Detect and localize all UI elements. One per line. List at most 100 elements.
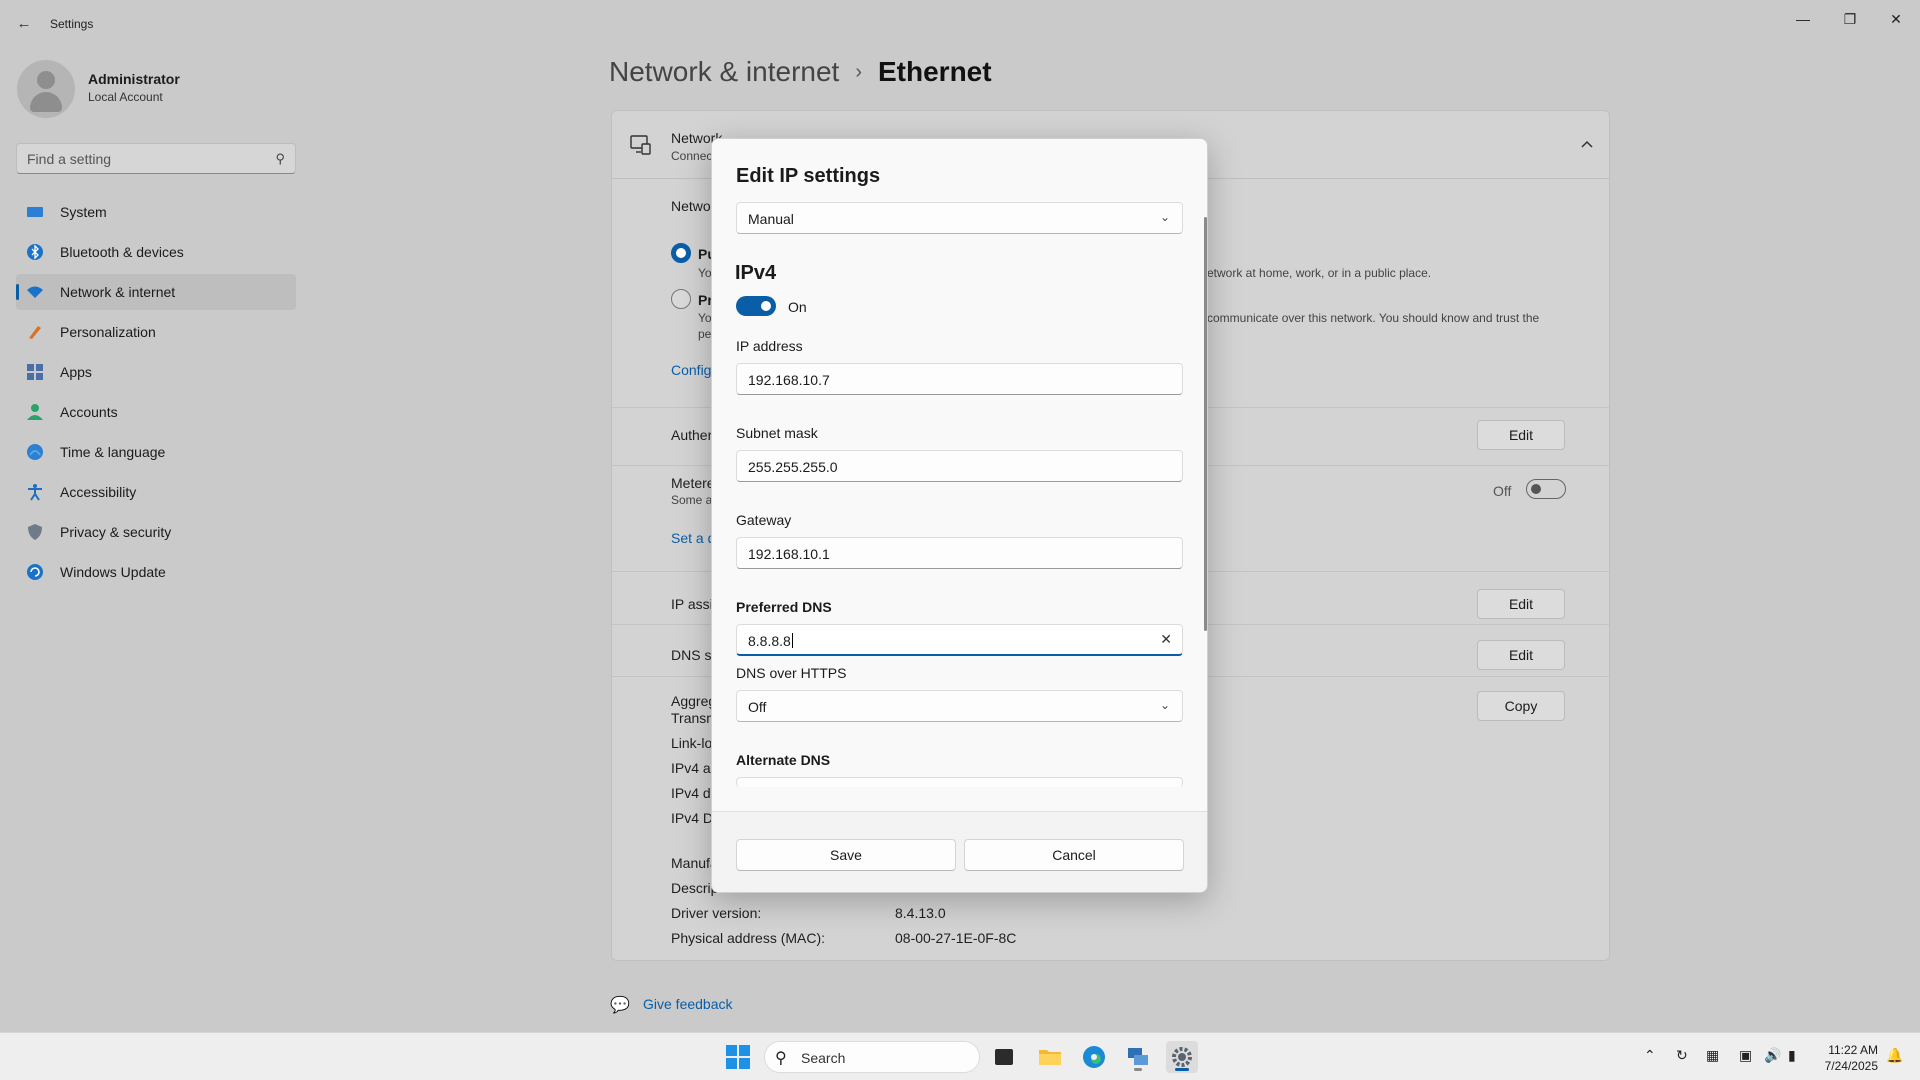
battery-icon[interactable]: ▮ — [1788, 1047, 1796, 1064]
back-button[interactable]: ← — [14, 14, 34, 34]
gateway-value: 192.168.10.1 — [748, 546, 830, 562]
update-icon — [27, 564, 43, 580]
ipv4-toggle[interactable] — [736, 296, 776, 316]
settings-app[interactable] — [1166, 1041, 1198, 1073]
text-caret — [791, 633, 793, 648]
sidebar-item-apps[interactable]: Apps — [16, 354, 296, 390]
folder-icon — [1039, 1050, 1061, 1065]
cancel-button[interactable]: Cancel — [964, 839, 1184, 871]
private-network-radio[interactable] — [671, 289, 691, 309]
aggregate-speed-label: Aggreg — [671, 693, 717, 709]
configure-firewall-link[interactable]: Config — [671, 362, 711, 378]
sidebar-item-system[interactable]: System — [16, 194, 296, 230]
sidebar-item-network-internet[interactable]: Network & internet — [16, 274, 296, 310]
running-indicator — [1175, 1068, 1189, 1071]
apps-icon — [27, 364, 43, 380]
authentication-edit-button[interactable]: Edit — [1477, 420, 1565, 450]
dns-over-https-label: DNS over HTTPS — [736, 665, 847, 681]
give-feedback-link[interactable]: Give feedback — [643, 996, 733, 1012]
network-manager-app[interactable] — [1122, 1041, 1154, 1073]
metered-connection-sub: Some a — [671, 493, 713, 507]
sync-icon[interactable]: ↻ — [1676, 1047, 1688, 1064]
volume-icon[interactable]: 🔊 — [1764, 1047, 1781, 1064]
file-explorer-app[interactable] — [1034, 1041, 1066, 1073]
profile-name: Administrator — [88, 71, 180, 87]
clock[interactable]: 11:22 AM 7/24/2025 — [1825, 1042, 1878, 1074]
accounts-icon — [27, 404, 43, 420]
breadcrumb-parent[interactable]: Network & internet — [609, 56, 839, 87]
dns-over-https-dropdown[interactable]: Off ⌄ — [736, 690, 1183, 722]
title-bar: ← Settings — ❐ ✕ — [0, 0, 1920, 48]
app-title: Settings — [50, 17, 94, 31]
search-icon: ⚲ — [275, 151, 285, 166]
dns-assignment-edit-button[interactable]: Edit — [1477, 640, 1565, 670]
ip-mode-dropdown[interactable]: Manual ⌄ — [736, 202, 1183, 234]
app-tray-icon[interactable]: ▦ — [1706, 1047, 1719, 1064]
sidebar-item-label: Accounts — [60, 404, 118, 420]
network-status-icon[interactable]: ▣ — [1739, 1047, 1752, 1064]
ip-address-value: 192.168.10.7 — [748, 372, 830, 388]
taskbar-search-placeholder: Search — [801, 1050, 846, 1066]
private-network-desc-end: communicate over this network. You shoul… — [1207, 311, 1540, 325]
metered-connection-toggle[interactable] — [1526, 479, 1566, 499]
chevron-up-icon[interactable] — [1580, 139, 1594, 149]
authentication-label: Auther — [671, 427, 713, 443]
ethernet-monitor-icon — [630, 135, 651, 155]
taskbar-search[interactable]: ⚲ Search — [764, 1041, 980, 1073]
accessibility-icon — [28, 484, 42, 501]
minimize-button[interactable]: — — [1780, 5, 1826, 33]
bluetooth-icon — [27, 244, 43, 260]
save-button[interactable]: Save — [736, 839, 956, 871]
chevron-up-icon[interactable]: ⌃ — [1644, 1047, 1656, 1064]
metered-state-label: Off — [1493, 483, 1512, 499]
alternate-dns-field[interactable] — [736, 777, 1183, 787]
dialog-scrollbar[interactable] — [1204, 217, 1207, 631]
sidebar-item-windows-update[interactable]: Windows Update — [16, 554, 296, 590]
taskbar: ⚲ Search ⌃ ↻ ▦ ▣ 🔊 ▮ 11:22 AM 7/24/2025 … — [0, 1032, 1920, 1080]
public-network-desc-end: etwork at home, work, or in a public pla… — [1207, 266, 1432, 280]
chevron-down-icon: ⌄ — [1159, 210, 1170, 224]
subnet-mask-field[interactable]: 255.255.255.0 — [736, 450, 1183, 482]
page-title: Ethernet — [878, 56, 992, 87]
sidebar-item-privacy-security[interactable]: Privacy & security — [16, 514, 296, 550]
private-network-desc-cont: pe — [698, 327, 712, 341]
globe-clock-icon — [27, 444, 43, 460]
edge-app[interactable] — [1078, 1041, 1110, 1073]
sidebar-item-label: Personalization — [60, 324, 156, 340]
terminal-app[interactable] — [988, 1041, 1020, 1073]
close-button[interactable]: ✕ — [1873, 5, 1919, 33]
brush-icon — [29, 326, 41, 339]
system-icon — [27, 207, 43, 217]
subnet-mask-label: Subnet mask — [736, 425, 818, 441]
edge-browser-icon — [1083, 1046, 1105, 1068]
sidebar-item-personalization[interactable]: Personalization — [16, 314, 296, 350]
copy-button[interactable]: Copy — [1477, 691, 1565, 721]
sidebar-item-accounts[interactable]: Accounts — [16, 394, 296, 430]
edit-ip-settings-dialog: Edit IP settings Manual ⌄ IPv4 On IP add… — [711, 138, 1208, 893]
feedback-icon: 💬 — [610, 997, 630, 1014]
preferred-dns-value: 8.8.8.8 — [748, 633, 791, 649]
ipv4-section-title: IPv4 — [735, 262, 777, 284]
ipv4-dns-label: IPv4 Dl — [671, 810, 717, 826]
selection-indicator — [16, 284, 19, 300]
sidebar-item-label: Time & language — [60, 444, 166, 460]
sidebar-item-time-language[interactable]: Time & language — [16, 434, 296, 470]
start-button[interactable] — [722, 1041, 754, 1073]
sidebar-item-accessibility[interactable]: Accessibility — [16, 474, 296, 510]
ip-assignment-edit-button[interactable]: Edit — [1477, 589, 1565, 619]
preferred-dns-field[interactable]: 8.8.8.8 ✕ — [736, 624, 1183, 656]
windows-logo-icon — [726, 1045, 750, 1069]
clock-time: 11:22 AM — [1828, 1043, 1878, 1057]
ip-address-field[interactable]: 192.168.10.7 — [736, 363, 1183, 395]
mac-address-value: 08-00-27-1E-0F-8C — [895, 930, 1017, 946]
notification-bell-icon[interactable]: 🔔 — [1886, 1047, 1903, 1064]
clear-icon[interactable]: ✕ — [1160, 631, 1172, 648]
gateway-field[interactable]: 192.168.10.1 — [736, 537, 1183, 569]
sidebar-item-bluetooth-devices[interactable]: Bluetooth & devices — [16, 234, 296, 270]
public-network-radio[interactable] — [671, 243, 691, 263]
restore-button[interactable]: ❐ — [1827, 5, 1873, 33]
clock-date: 7/24/2025 — [1824, 1059, 1878, 1073]
data-limit-link[interactable]: Set a d — [671, 530, 715, 546]
find-setting-input[interactable]: Find a setting ⚲ — [16, 143, 296, 174]
dialog-title: Edit IP settings — [736, 165, 881, 187]
